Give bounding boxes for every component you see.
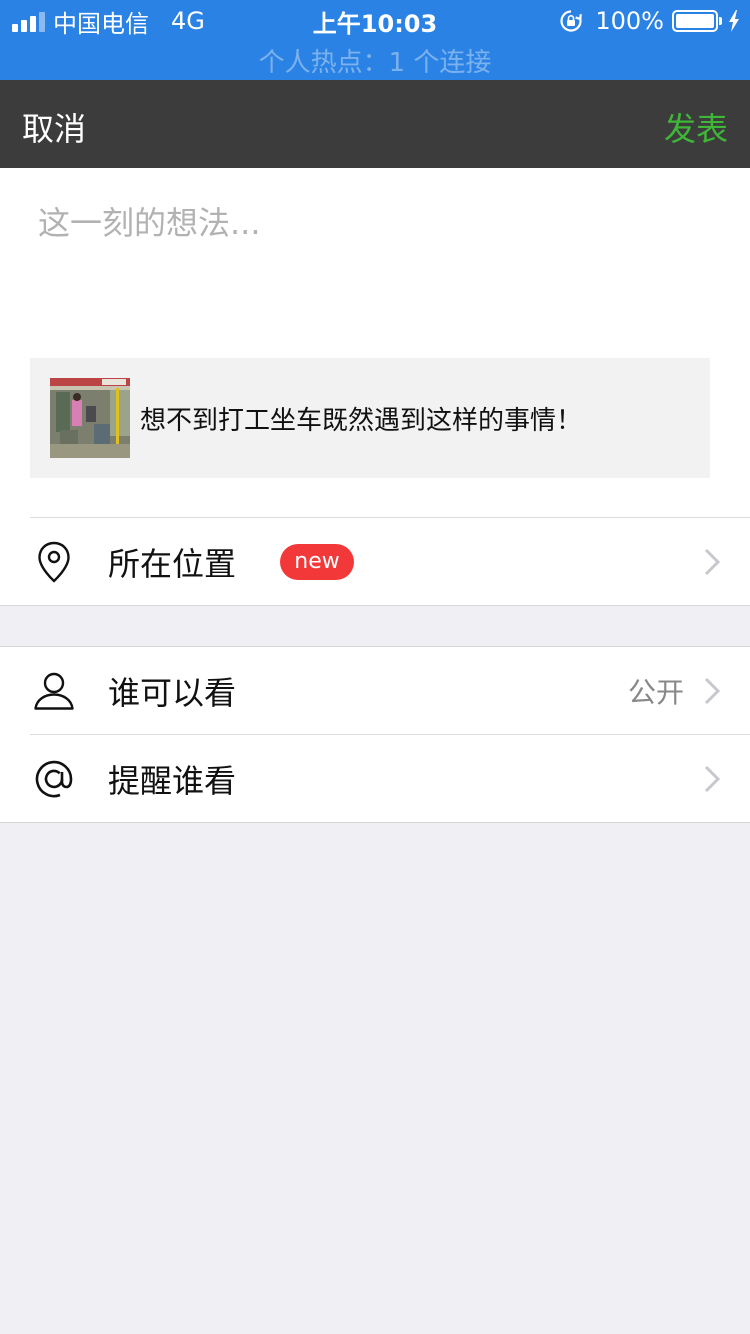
at-sign-icon (32, 757, 76, 801)
section-separator (0, 822, 750, 823)
new-badge: new (280, 544, 354, 580)
person-icon (32, 669, 76, 713)
location-pin-icon (32, 540, 76, 584)
battery-percent: 100% (595, 7, 664, 35)
battery-fill (676, 14, 714, 28)
mention-row[interactable]: 提醒谁看 (0, 735, 750, 823)
bus-scene-image (50, 378, 130, 458)
cancel-button[interactable]: 取消 (22, 104, 86, 150)
status-left: 中国电信 4G (12, 6, 205, 38)
signal-strength-icon (12, 10, 45, 32)
who-can-see-row[interactable]: 谁可以看 公开 (0, 647, 750, 735)
location-row[interactable]: 所在位置 new (0, 518, 750, 606)
section-separator (0, 605, 750, 606)
orientation-lock-icon (560, 10, 583, 32)
status-bar: 中国电信 4G 上午10:03 100% 个人热点：1 个连接 (0, 0, 750, 80)
chevron-right-icon (704, 765, 720, 793)
chevron-right-icon (704, 677, 720, 705)
shared-title: 想不到打工坐车既然遇到这样的事情！ (140, 405, 583, 436)
post-button[interactable]: 发表 (664, 104, 728, 150)
charging-bolt-icon (729, 10, 739, 32)
visibility-value: 公开 (627, 676, 684, 709)
shared-link-card[interactable]: 想不到打工坐车既然遇到这样的事情！ (30, 358, 710, 478)
location-label: 所在位置 (108, 545, 237, 583)
network-type: 4G (171, 7, 205, 35)
thought-input[interactable] (38, 198, 718, 298)
battery-icon (672, 10, 722, 32)
status-right: 100% (559, 6, 740, 36)
hotspot-banner[interactable]: 个人热点：1 个连接 (0, 42, 750, 79)
chevron-right-icon (704, 548, 720, 576)
mention-label: 提醒谁看 (108, 762, 237, 800)
nav-bar: 取消 发表 (0, 80, 750, 168)
shared-thumbnail (50, 378, 130, 458)
who-can-see-label: 谁可以看 (108, 674, 237, 712)
carrier-name: 中国电信 (53, 9, 149, 38)
